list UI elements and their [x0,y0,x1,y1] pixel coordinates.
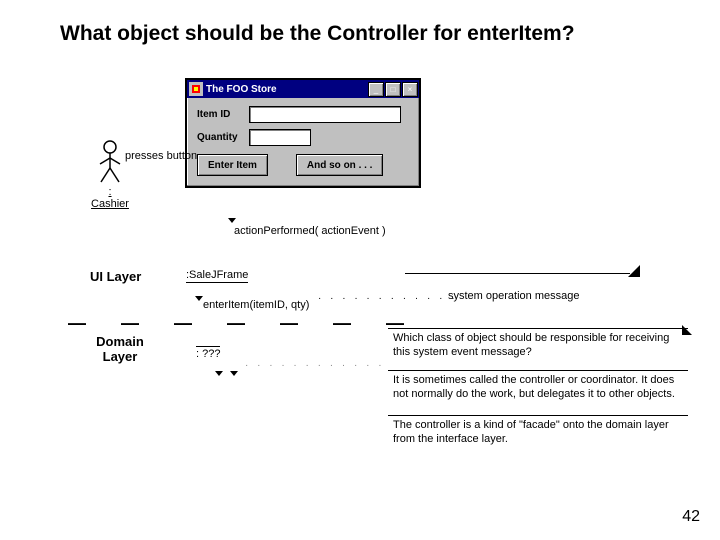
item-id-label: Item ID [197,109,249,120]
note-text: The controller is a kind of "facade" ont… [393,419,669,445]
note-divider [405,273,630,274]
quantity-input[interactable] [249,129,311,146]
item-id-input[interactable] [249,106,401,123]
maximize-button[interactable]: □ [385,82,401,97]
note-text: It is sometimes called the controller or… [393,374,675,400]
note-ear-icon [682,325,692,335]
note-text: Which class of object should be responsi… [393,332,669,358]
titlebar: The FOO Store _ □ × [187,80,419,98]
presses-button-label: presses button [125,150,197,162]
minimize-button[interactable]: _ [368,82,384,97]
actor-cashier: : Cashier [90,140,130,210]
close-button[interactable]: × [402,82,418,97]
ui-layer-label: UI Layer [90,269,141,284]
slide-number: 42 [682,508,700,526]
unknown-class-label: : ??? [196,346,220,360]
arrowhead-icon [195,296,203,301]
slide-title: What object should be the Controller for… [60,22,575,46]
enteritem-label: enterItem(itemID, qty) [203,299,309,311]
dotted-connector: · · · · · · · · · · · · [245,360,385,371]
window-title: The FOO Store [206,84,277,95]
arrowhead-icon [215,371,223,376]
and-so-on-button[interactable]: And so on . . . [296,154,384,176]
system-op-label: system operation message [448,290,579,302]
app-window: The FOO Store _ □ × Item ID Quantity Ent… [185,78,421,188]
note-2: It is sometimes called the controller or… [388,370,688,407]
action-performed-label: actionPerformed( actionEvent ) [234,225,386,237]
arrowhead-icon [228,218,236,223]
layer-separator: — — — — — — — [68,313,416,334]
note-1: Which class of object should be responsi… [388,328,688,365]
note-3: The controller is a kind of "facade" ont… [388,415,688,452]
dotted-connector: · · · · · · · · · · · · [318,293,458,304]
enter-item-button[interactable]: Enter Item [197,154,268,176]
app-icon [189,82,203,96]
sale-jframe-label: :SaleJFrame [186,269,248,283]
domain-layer-label: Domain Layer [90,335,150,365]
actor-label: : Cashier [90,186,130,210]
quantity-label: Quantity [197,132,249,143]
note-ear-icon [628,265,640,277]
arrowhead-icon [230,371,238,376]
